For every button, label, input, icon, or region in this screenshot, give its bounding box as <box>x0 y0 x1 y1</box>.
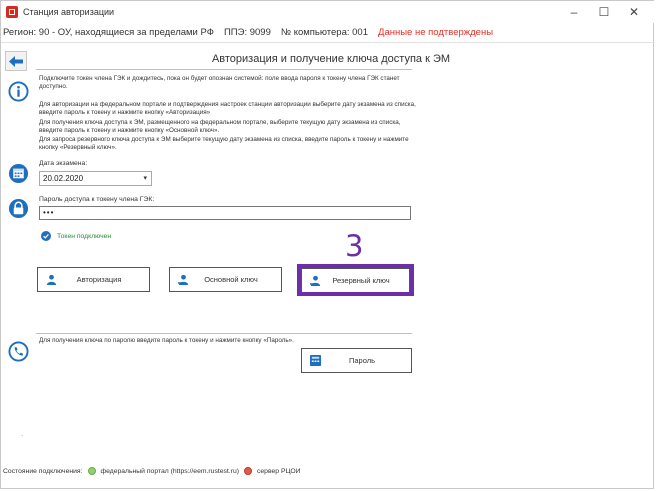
exam-date-label: Дата экзамена: <box>39 160 88 167</box>
keypad-icon <box>310 355 321 366</box>
exam-date-select[interactable]: 20.02.2020 ▾ <box>39 171 152 186</box>
region-text: Регион: 90 - ОУ, находящиеся за пределам… <box>3 27 214 38</box>
instruction-main-key: Для получения ключа доступа к ЭМ, размещ… <box>39 119 401 135</box>
arrow-left-icon <box>9 55 23 67</box>
app-logo-icon <box>6 6 18 18</box>
token-status-text: Токен подключен <box>57 232 112 240</box>
chevron-down-icon: ▾ <box>143 175 147 182</box>
instruction-token: Подключите токен члена ГЭК и дождитесь, … <box>39 75 400 91</box>
password-button-label: Пароль <box>348 356 376 365</box>
title-bar: Станция авторизации – ☐ ✕ <box>1 1 655 23</box>
authorization-button[interactable]: Авторизация <box>37 267 150 292</box>
calendar-icon <box>8 163 29 184</box>
authorization-button-label: Авторизация <box>76 275 122 284</box>
instruction-reserve-key: Для запроса резервного ключа доступа к Э… <box>39 136 409 152</box>
app-window: Станция авторизации – ☐ ✕ Регион: 90 - О… <box>0 0 655 489</box>
rcoi-status-text: сервер РЦОИ <box>257 467 301 475</box>
user-icon <box>46 274 57 285</box>
password-button[interactable]: Пароль <box>301 348 412 373</box>
reserve-key-highlight-frame <box>297 264 414 296</box>
password-instruction: Для получения ключа по паролю введите па… <box>39 337 294 344</box>
lock-icon <box>8 198 29 219</box>
token-password-input[interactable]: ••• <box>39 206 411 220</box>
portal-status-indicator-icon <box>87 467 96 475</box>
section-divider <box>36 333 412 334</box>
step-number: 3 <box>345 229 364 263</box>
window-controls: – ☐ ✕ <box>559 3 649 21</box>
data-not-confirmed-warning: Данные не подтверждены <box>378 27 494 38</box>
rcoi-status-indicator-icon <box>244 467 252 475</box>
ppe-text: ППЭ: 9099 <box>223 27 271 38</box>
main-key-button[interactable]: Основной ключ <box>169 267 282 292</box>
phone-icon <box>8 341 29 362</box>
maximize-button[interactable]: ☐ <box>589 3 619 21</box>
token-password-label: Пароль доступа к токену члена ГЭК: <box>39 196 155 203</box>
back-button[interactable] <box>5 51 27 71</box>
token-status: Токен подключен <box>41 231 111 241</box>
header-divider <box>1 42 655 43</box>
close-button[interactable]: ✕ <box>619 3 649 21</box>
station-info-bar: Регион: 90 - ОУ, находящиеся за пределам… <box>3 27 493 38</box>
user-key-icon <box>178 274 189 285</box>
minimize-button[interactable]: – <box>559 3 589 21</box>
computer-number-text: № компьютера: 001 <box>280 27 369 38</box>
exam-date-value: 20.02.2020 <box>43 174 84 183</box>
status-bar: Состояние подключения: федеральный порта… <box>3 467 301 475</box>
connection-status-label: Состояние подключения: <box>3 467 83 475</box>
instruction-authorization: Для авторизации на федеральном портале и… <box>39 101 416 117</box>
page-title: Авторизация и получение ключа доступа к … <box>211 53 451 65</box>
stray-mark: . <box>21 429 24 438</box>
info-icon <box>8 81 29 102</box>
title-divider <box>36 69 412 70</box>
main-key-button-label: Основной ключ <box>204 275 258 284</box>
check-circle-icon <box>41 231 51 241</box>
window-title: Станция авторизации <box>23 7 115 17</box>
portal-status-text: федеральный портал (https://eem.rustest.… <box>100 467 240 475</box>
